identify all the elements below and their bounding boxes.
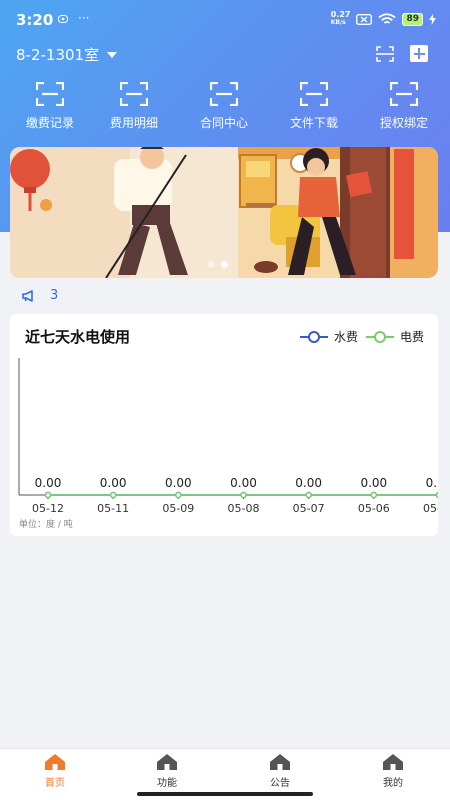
notice-text: 3 bbox=[50, 288, 59, 303]
tab-label: 首页 bbox=[45, 778, 65, 789]
scan-frame-icon bbox=[36, 82, 64, 106]
x-tick-label: 05-05 bbox=[423, 502, 438, 515]
tab-announcements[interactable]: 公告 bbox=[235, 753, 325, 789]
tab-label: 我的 bbox=[383, 778, 403, 789]
network-speed: 0.27 KB/s bbox=[331, 11, 351, 27]
data-label: 0.00 bbox=[360, 476, 387, 490]
notification-icon bbox=[58, 15, 68, 23]
megaphone-icon bbox=[22, 289, 33, 302]
usage-line-chart: 05-12 05-11 05-09 05-08 05-07 05-06 05-05 0.00 0… bbox=[18, 358, 438, 515]
data-label: 0.00 bbox=[426, 476, 438, 490]
banner-illustration bbox=[10, 147, 438, 278]
status-more-dots: ··· bbox=[78, 11, 90, 25]
home-icon bbox=[270, 754, 290, 770]
network-speed-unit: KB/s bbox=[330, 19, 346, 26]
add-icon[interactable] bbox=[410, 45, 428, 62]
banner-dot-active[interactable] bbox=[221, 261, 228, 268]
network-speed-value: 0.27 bbox=[330, 10, 351, 19]
notice-bar[interactable]: 3 bbox=[22, 288, 58, 303]
status-bar: 3:20 ··· 0.27 KB/s 89 bbox=[0, 0, 450, 40]
series-point-1 bbox=[435, 491, 438, 499]
data-label: 0.00 bbox=[35, 476, 62, 490]
quick-action-label: 合同中心 bbox=[199, 116, 248, 130]
battery-indicator: 89 bbox=[402, 12, 423, 26]
scan-frame-icon bbox=[300, 82, 328, 106]
x-tick-label: 05-06 bbox=[358, 502, 390, 515]
scan-frame-icon bbox=[120, 82, 148, 106]
banner-dot[interactable] bbox=[208, 261, 215, 268]
banner-carousel[interactable] bbox=[10, 147, 438, 278]
status-time: 3:20 bbox=[16, 11, 54, 29]
home-indicator bbox=[137, 792, 313, 796]
status-right-group: 0.27 KB/s 89 bbox=[331, 11, 436, 27]
usage-chart-card: 近七天水电使用 水费 电费 05-12 05-11 05-09 05-08 05-07 0… bbox=[10, 314, 438, 536]
charging-icon bbox=[429, 13, 436, 25]
x-tick-label: 05-09 bbox=[162, 502, 194, 515]
quick-action-file-download[interactable]: 文件下载 bbox=[269, 80, 359, 131]
tab-label: 公告 bbox=[270, 778, 290, 789]
chart-unit-label: 单位：度 / 吨 bbox=[19, 520, 73, 530]
quick-action-contract-center[interactable]: 合同中心 bbox=[179, 80, 269, 131]
scan-frame-icon bbox=[210, 82, 238, 106]
series-point-1 bbox=[240, 491, 247, 499]
series-point-1 bbox=[305, 491, 312, 499]
banner-pagination bbox=[208, 261, 228, 268]
series-point-1 bbox=[109, 491, 117, 499]
series-point-1 bbox=[370, 491, 378, 499]
x-tick-label: 05-07 bbox=[293, 502, 325, 515]
data-label: 0.00 bbox=[165, 476, 192, 490]
chevron-down-icon bbox=[107, 51, 118, 58]
data-label: 0.00 bbox=[230, 476, 257, 490]
wifi-icon bbox=[378, 12, 397, 24]
quick-action-label: 缴费记录 bbox=[25, 116, 74, 130]
quick-action-fee-details[interactable]: 费用明细 bbox=[89, 80, 179, 131]
x-tick-label: 05-12 bbox=[32, 502, 64, 515]
quick-action-label: 费用明细 bbox=[109, 116, 158, 130]
sim-disabled-icon bbox=[356, 13, 373, 25]
series-point-1 bbox=[44, 491, 52, 499]
home-icon bbox=[157, 754, 177, 770]
data-label: 0.00 bbox=[100, 476, 127, 490]
room-selector[interactable]: 8-2-1301室 bbox=[16, 44, 118, 65]
quick-action-label: 文件下载 bbox=[289, 116, 338, 130]
quick-action-label: 授权绑定 bbox=[379, 116, 428, 130]
home-icon bbox=[45, 754, 65, 770]
x-tick-label: 05-08 bbox=[228, 502, 260, 515]
room-label: 8-2-1301室 bbox=[16, 46, 100, 64]
quick-actions-row: 缴费记录 费用明细 合同中心 文件下载 授权绑定 bbox=[0, 80, 450, 132]
tab-mine[interactable]: 我的 bbox=[348, 753, 438, 789]
x-tick-label: 05-11 bbox=[97, 502, 129, 515]
tab-functions[interactable]: 功能 bbox=[122, 753, 212, 789]
series-point-1 bbox=[175, 491, 182, 499]
quick-action-payment-records[interactable]: 缴费记录 bbox=[5, 80, 95, 131]
quick-action-auth-binding[interactable]: 授权绑定 bbox=[359, 80, 449, 131]
scan-frame-icon bbox=[390, 82, 418, 106]
tab-label: 功能 bbox=[157, 778, 177, 789]
scan-icon[interactable] bbox=[376, 46, 394, 62]
data-label: 0.00 bbox=[295, 476, 322, 490]
home-icon bbox=[383, 754, 403, 770]
tab-home[interactable]: 首页 bbox=[10, 753, 100, 789]
